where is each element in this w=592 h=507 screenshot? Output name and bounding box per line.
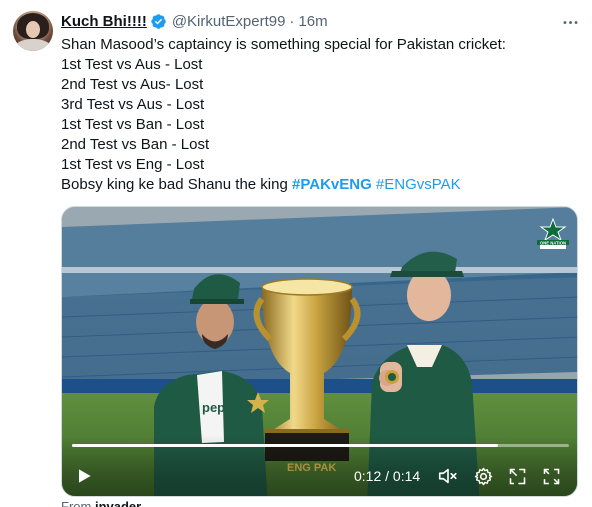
video-attribution: From invader [61, 499, 141, 507]
time-separator: / [381, 468, 393, 484]
tweet-timestamp[interactable]: 16m [298, 13, 327, 30]
tweet-line: 2nd Test vs Aus- Lost [61, 76, 204, 93]
user-handle[interactable]: @KirkutExpert99 [172, 13, 286, 30]
tweet-line: 1st Test vs Ban - Lost [61, 116, 205, 133]
picture-in-picture-icon[interactable] [505, 465, 529, 487]
hashtag-link[interactable]: #ENGvsPAK [376, 176, 461, 193]
tweet-line: 1st Test vs Aus - Lost [61, 56, 203, 73]
tweet-line: Shan Masood’s captaincy is something spe… [61, 36, 506, 53]
channel-logo: ONE NATION [536, 217, 570, 250]
duration: 0:14 [392, 468, 421, 484]
logo-text: ONE NATION [540, 240, 566, 245]
tweet[interactable]: Kuch Bhi!!!! @KirkutExpert99 · 16m Shan … [0, 0, 592, 507]
volume-muted-icon[interactable] [436, 465, 460, 487]
tweet-line-text: Bobsy king ke bad Shanu the king [61, 176, 288, 193]
video-progress-bar[interactable] [72, 444, 569, 447]
fullscreen-icon[interactable] [539, 465, 563, 487]
tweet-line: 2nd Test vs Ban - Lost [61, 136, 210, 153]
attribution-source[interactable]: invader [95, 499, 141, 507]
settings-gear-icon[interactable] [471, 465, 495, 487]
video-progress-fill [72, 444, 498, 447]
tweet-header: Kuch Bhi!!!! @KirkutExpert99 · 16m [61, 11, 328, 31]
video-player[interactable]: pep ENG PAK ONE [61, 206, 578, 497]
verified-badge-icon [150, 13, 167, 30]
tweet-text: Shan Masood’s captaincy is something spe… [61, 35, 581, 195]
tweet-last-line: Bobsy king ke bad Shanu the king #PAKvEN… [61, 175, 581, 195]
current-time: 0:12 [354, 468, 382, 484]
tweet-line: 3rd Test vs Aus - Lost [61, 96, 205, 113]
more-options-icon[interactable] [560, 12, 580, 32]
play-icon[interactable] [72, 465, 96, 487]
svg-text:pep: pep [202, 400, 225, 415]
video-timecode: 0:12 / 0:14 [354, 465, 420, 487]
tweet-line: 1st Test vs Eng - Lost [61, 156, 205, 173]
video-controls: 0:12 / 0:14 [62, 435, 577, 496]
attribution-prefix: From [61, 499, 92, 507]
separator-dot: · [289, 12, 295, 30]
avatar[interactable] [13, 11, 53, 51]
display-name[interactable]: Kuch Bhi!!!! [61, 13, 147, 30]
hashtag-link[interactable]: #PAKvENG [292, 176, 372, 193]
